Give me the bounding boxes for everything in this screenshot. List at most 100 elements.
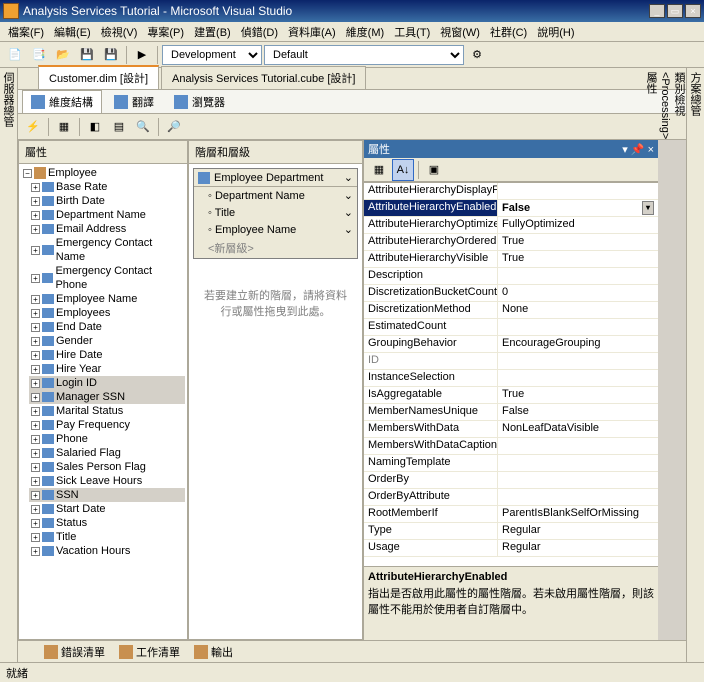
property-row[interactable]: AttributeHierarchyOptimizeFullyOptimized	[364, 217, 658, 234]
find-button[interactable]: 🔍	[132, 116, 154, 138]
expander-icon[interactable]: +	[31, 351, 40, 360]
attribute-tree-item[interactable]: +Base Rate	[29, 180, 185, 194]
attribute-tree-item[interactable]: +Gender	[29, 334, 185, 348]
property-row[interactable]: OrderBy	[364, 472, 658, 489]
property-value[interactable]	[498, 489, 658, 505]
class-view-tab[interactable]: 類別檢視	[671, 72, 687, 650]
property-value[interactable]: True	[498, 234, 658, 250]
menu-item[interactable]: 社群(C)	[486, 22, 531, 42]
hierarchy-title[interactable]: Employee Department ⌄	[194, 169, 357, 187]
expander-icon[interactable]: +	[31, 197, 40, 206]
attribute-tree-item[interactable]: +Employee Name	[29, 292, 185, 306]
attribute-tree-item[interactable]: +Department Name	[29, 208, 185, 222]
property-value[interactable]	[498, 183, 658, 199]
table-button[interactable]: ▤	[108, 116, 130, 138]
property-value[interactable]: EncourageGrouping	[498, 336, 658, 352]
attribute-tree-item[interactable]: +Hire Date	[29, 348, 185, 362]
expander-icon[interactable]: +	[31, 295, 40, 304]
attribute-tree-item[interactable]: +Pay Frequency	[29, 418, 185, 432]
attribute-tree-item[interactable]: +Sick Leave Hours	[29, 474, 185, 488]
attribute-tree-item[interactable]: +Email Address	[29, 222, 185, 236]
bottom-tab[interactable]: 工作清單	[113, 642, 186, 662]
attribute-tree-item[interactable]: +Sales Person Flag	[29, 460, 185, 474]
properties-tab[interactable]: 屬性	[643, 72, 659, 650]
attribute-tree-item[interactable]: +Login ID	[29, 376, 185, 390]
expander-icon[interactable]: +	[31, 519, 40, 528]
view-as-button[interactable]: ▦	[53, 116, 75, 138]
attribute-tree-item[interactable]: +End Date	[29, 320, 185, 334]
close-button[interactable]: ×	[685, 4, 701, 18]
property-value[interactable]: True	[498, 251, 658, 267]
property-value[interactable]	[498, 319, 658, 335]
attribute-tree-item[interactable]: +Marital Status	[29, 404, 185, 418]
minimize-button[interactable]: _	[649, 4, 665, 18]
document-tab[interactable]: Customer.dim [設計]	[38, 65, 159, 89]
property-value[interactable]	[498, 438, 658, 454]
expander-icon[interactable]: +	[31, 393, 40, 402]
hierarchies-body[interactable]: Employee Department ⌄ ◦ Department Name⌄…	[189, 164, 362, 639]
property-value[interactable]: Regular	[498, 523, 658, 539]
chevron-down-icon[interactable]: ⌄	[344, 223, 353, 236]
hierarchy-level[interactable]: ◦ Title⌄	[194, 204, 357, 221]
property-row[interactable]: UsageRegular	[364, 540, 658, 557]
property-value[interactable]	[498, 353, 658, 369]
save-all-button[interactable]: 💾	[100, 44, 122, 66]
expander-icon[interactable]: +	[31, 379, 40, 388]
processing-tab[interactable]: <Processing>	[659, 72, 671, 650]
expander-icon[interactable]: +	[31, 449, 40, 458]
property-value[interactable]: ParentIsBlankSelfOrMissing	[498, 506, 658, 522]
expander-icon[interactable]: +	[31, 365, 40, 374]
menu-item[interactable]: 檔案(F)	[4, 22, 48, 42]
categorized-button[interactable]: ▦	[368, 159, 390, 181]
open-button[interactable]: 📂	[52, 44, 74, 66]
save-button[interactable]: 💾	[76, 44, 98, 66]
expander-icon[interactable]: +	[31, 246, 40, 255]
collapse-icon[interactable]: −	[23, 169, 32, 178]
solution-explorer-tab[interactable]: 方案總管	[687, 72, 703, 650]
new-project-button[interactable]: 📄	[4, 44, 26, 66]
attribute-tree-item[interactable]: +Salaried Flag	[29, 446, 185, 460]
property-row[interactable]: GroupingBehaviorEncourageGrouping	[364, 336, 658, 353]
property-value[interactable]: True	[498, 387, 658, 403]
expander-icon[interactable]: +	[31, 337, 40, 346]
attribute-tree-item[interactable]: +Vacation Hours	[29, 544, 185, 558]
maximize-button[interactable]: ▭	[667, 4, 683, 18]
add-item-button[interactable]: 📑	[28, 44, 50, 66]
property-row[interactable]: DiscretizationMethodNone	[364, 302, 658, 319]
expander-icon[interactable]: +	[31, 477, 40, 486]
expander-icon[interactable]: +	[31, 407, 40, 416]
expander-icon[interactable]: +	[31, 323, 40, 332]
property-row[interactable]: IsAggregatableTrue	[364, 387, 658, 404]
chevron-down-icon[interactable]: ⌄	[344, 189, 353, 202]
menu-item[interactable]: 建置(B)	[190, 22, 235, 42]
menu-item[interactable]: 編輯(E)	[50, 22, 95, 42]
property-value[interactable]: False▾	[498, 200, 658, 216]
zoom-button[interactable]: 🔎	[163, 116, 185, 138]
property-value[interactable]	[498, 472, 658, 488]
properties-grid[interactable]: AttributeHierarchyDisplayFAttributeHiera…	[364, 182, 658, 566]
property-value[interactable]	[498, 268, 658, 284]
attribute-tree-item[interactable]: +Status	[29, 516, 185, 530]
menu-item[interactable]: 資料庫(A)	[284, 22, 340, 42]
expander-icon[interactable]: +	[31, 533, 40, 542]
property-row[interactable]: DiscretizationBucketCount0	[364, 285, 658, 302]
attribute-tree-item[interactable]: +Start Date	[29, 502, 185, 516]
property-value[interactable]: None	[498, 302, 658, 318]
property-row[interactable]: OrderByAttribute	[364, 489, 658, 506]
expander-icon[interactable]: +	[31, 421, 40, 430]
designer-tab[interactable]: 維度結構	[22, 90, 102, 114]
show-button[interactable]: ◧	[84, 116, 106, 138]
expander-icon[interactable]: +	[31, 547, 40, 556]
attribute-tree-item[interactable]: +Hire Year	[29, 362, 185, 376]
property-row[interactable]: Description	[364, 268, 658, 285]
property-value[interactable]: NonLeafDataVisible	[498, 421, 658, 437]
expander-icon[interactable]: +	[31, 274, 40, 283]
attributes-tree[interactable]: − Employee +Base Rate+Birth Date+Departm…	[19, 164, 187, 639]
expander-icon[interactable]: +	[31, 491, 40, 500]
attribute-tree-item[interactable]: +Emergency Contact Name	[29, 236, 185, 264]
attribute-tree-item[interactable]: +Title	[29, 530, 185, 544]
expander-icon[interactable]: +	[31, 435, 40, 444]
property-row[interactable]: InstanceSelection	[364, 370, 658, 387]
property-row[interactable]: AttributeHierarchyVisibleTrue	[364, 251, 658, 268]
menu-item[interactable]: 視窗(W)	[436, 22, 484, 42]
